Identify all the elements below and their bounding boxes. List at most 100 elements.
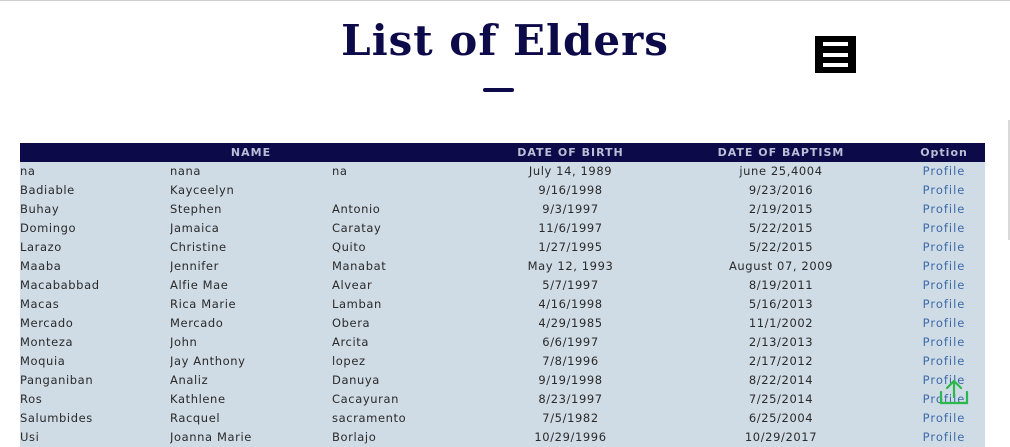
cell-last-name: Larazo <box>20 240 62 254</box>
profile-link[interactable]: Profile <box>923 278 966 292</box>
cell-date-of-baptism: 11/1/2002 <box>748 316 814 330</box>
profile-link[interactable]: Profile <box>923 164 966 178</box>
table-row: Buhay Stephen Antonio 9/3/1997 2/19/2015 Prof… <box>20 200 986 219</box>
cell-date-of-baptism: 6/25/2004 <box>748 411 814 425</box>
cell-last-name: Mercado <box>20 316 74 330</box>
profile-link[interactable]: Profile <box>923 221 966 235</box>
profile-link[interactable]: Profile <box>923 297 966 311</box>
cell-date-of-birth: 7/8/1996 <box>542 354 599 368</box>
header-name[interactable]: NAME <box>20 143 482 162</box>
cell-middle-name: Caratay <box>332 221 382 235</box>
cell-date-of-baptism: 2/13/2013 <box>748 335 814 349</box>
cell-middle-name: sacramento <box>332 411 407 425</box>
cell-option: Profile <box>903 333 985 352</box>
profile-link[interactable]: Profile <box>923 335 966 349</box>
profile-link[interactable]: Profile <box>923 430 966 444</box>
cell-first-name: Alfie Mae <box>170 278 229 292</box>
hamburger-menu-icon[interactable] <box>815 36 856 73</box>
cell-date-of-baptism: August 07, 2009 <box>728 259 834 273</box>
cell-date-of-birth: 10/29/1996 <box>534 430 607 444</box>
cell-date-of-birth: 9/19/1998 <box>538 373 603 387</box>
scroll-to-top-glyph <box>939 379 969 405</box>
cell-first-name: Mercado <box>170 316 224 330</box>
top-divider <box>0 0 1010 1</box>
cell-date-of-baptism: 5/22/2015 <box>748 221 814 235</box>
cell-date-of-baptism: 8/22/2014 <box>748 373 814 387</box>
cell-first-name: Kayceelyn <box>170 183 235 197</box>
cell-middle-name: na <box>332 164 348 178</box>
cell-last-name: Macababbad <box>20 278 100 292</box>
cell-middle-name: Quito <box>332 240 367 254</box>
table-row: Moquia Jay Anthony lopez 7/8/1996 2/17/2012 P… <box>20 352 986 371</box>
table-row: Salumbides Racquel sacramento 7/5/1982 6/25/… <box>20 409 986 428</box>
page-title: List of Elders <box>341 16 669 65</box>
cell-last-name: Badiable <box>20 183 75 197</box>
cell-date-of-baptism: 5/22/2015 <box>748 240 814 254</box>
profile-link[interactable]: Profile <box>923 202 966 216</box>
cell-first-name: nana <box>170 164 202 178</box>
cell-last-name: Moquia <box>20 354 66 368</box>
elders-table: NAME DATE OF BIRTH DATE OF BAPTISM Optio… <box>20 143 986 447</box>
cell-option: Profile <box>903 181 985 200</box>
profile-link[interactable]: Profile <box>923 183 966 197</box>
cell-date-of-baptism: 5/16/2013 <box>748 297 814 311</box>
cell-date-of-birth: May 12, 1993 <box>527 259 614 273</box>
cell-last-name: Panganiban <box>20 373 94 387</box>
cell-middle-name: Danuya <box>332 373 380 387</box>
cell-date-of-baptism: june 25,4004 <box>739 164 823 178</box>
table-row: Macas Rica Marie Lamban 4/16/1998 5/16/2013 P… <box>20 295 986 314</box>
table-header-row: NAME DATE OF BIRTH DATE OF BAPTISM Optio… <box>20 143 986 162</box>
profile-link[interactable]: Profile <box>923 411 966 425</box>
cell-last-name: na <box>20 164 36 178</box>
cell-date-of-birth: 8/23/1997 <box>538 392 603 406</box>
cell-middle-name: Antonio <box>332 202 381 216</box>
table-row: Macababbad Alfie Mae Alvear 5/7/1997 8/19/20… <box>20 276 986 295</box>
cell-first-name: Joanna Marie <box>170 430 252 444</box>
cell-first-name: Christine <box>170 240 227 254</box>
scroll-to-top-icon[interactable] <box>938 378 970 408</box>
cell-date-of-baptism: 8/19/2011 <box>748 278 814 292</box>
cell-middle-name: Alvear <box>332 278 373 292</box>
cell-date-of-birth: 9/16/1998 <box>538 183 603 197</box>
table-row: Ros Kathlene Cacayuran 8/23/1997 7/25/2014 Pr… <box>20 390 986 409</box>
menu-bar-middle <box>823 52 848 57</box>
table-row: Larazo Christine Quito 1/27/1995 5/22/2015 Pr… <box>20 238 986 257</box>
cell-last-name: Usi <box>20 430 40 444</box>
cell-first-name: Analiz <box>170 373 209 387</box>
cell-date-of-birth: 6/6/1997 <box>542 335 599 349</box>
cell-date-of-birth: 9/3/1997 <box>542 202 599 216</box>
cell-middle-name <box>332 181 482 200</box>
cell-middle-name: Lamban <box>332 297 382 311</box>
profile-link[interactable]: Profile <box>923 316 966 330</box>
cell-option: Profile <box>903 295 985 314</box>
profile-link[interactable]: Profile <box>923 240 966 254</box>
cell-middle-name: lopez <box>332 354 366 368</box>
table-row: Mercado Mercado Obera 4/29/1985 11/1/2002 Pro… <box>20 314 986 333</box>
cell-date-of-birth: 11/6/1997 <box>538 221 603 235</box>
cell-option: Profile <box>903 238 985 257</box>
cell-date-of-baptism: 7/25/2014 <box>748 392 814 406</box>
cell-middle-name: Borlajo <box>332 430 377 444</box>
menu-bar-top <box>823 42 848 46</box>
cell-date-of-birth: 1/27/1995 <box>538 240 603 254</box>
cell-first-name: Jennifer <box>170 259 219 273</box>
cell-last-name: Monteza <box>20 335 74 349</box>
table-body: na nana na July 14, 1989 june 25,4004 Profile… <box>20 162 986 447</box>
cell-option: Profile <box>903 409 985 428</box>
cell-date-of-baptism: 2/19/2015 <box>748 202 814 216</box>
cell-last-name: Ros <box>20 392 43 406</box>
table-row: Monteza John Arcita 6/6/1997 2/13/2013 Profil… <box>20 333 986 352</box>
cell-last-name: Maaba <box>20 259 62 273</box>
cell-option: Profile <box>903 352 985 371</box>
profile-link[interactable]: Profile <box>923 259 966 273</box>
cell-date-of-baptism: 10/29/2017 <box>744 430 818 444</box>
table-row: Badiable Kayceelyn 9/16/1998 9/23/2016 Profi… <box>20 181 986 200</box>
profile-link[interactable]: Profile <box>923 354 966 368</box>
cell-last-name: Macas <box>20 297 60 311</box>
header-date-of-birth[interactable]: DATE OF BIRTH <box>482 143 659 162</box>
table-row: na nana na July 14, 1989 june 25,4004 Profile <box>20 162 986 181</box>
header-date-of-baptism[interactable]: DATE OF BAPTISM <box>659 143 903 162</box>
cell-middle-name: Cacayuran <box>332 392 400 406</box>
cell-option: Profile <box>903 257 985 276</box>
cell-last-name: Buhay <box>20 202 60 216</box>
